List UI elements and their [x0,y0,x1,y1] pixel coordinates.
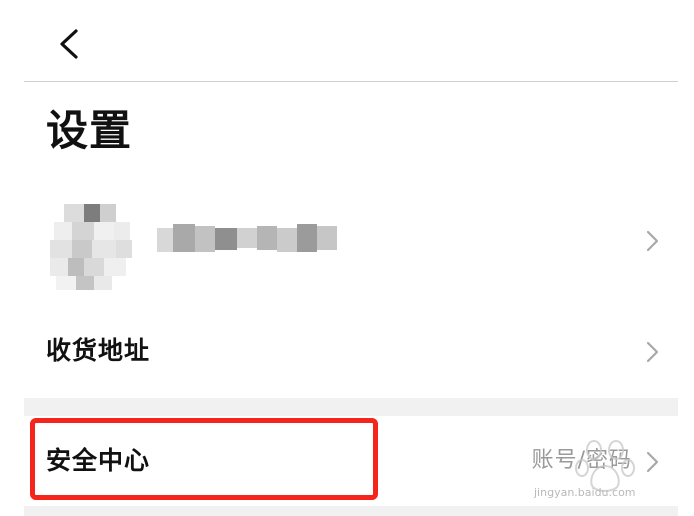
nickname-blurred [157,224,339,256]
back-button[interactable] [50,22,90,66]
address-row[interactable]: 收货地址 [0,312,694,392]
watermark-text: jingyan.baidu.com [534,486,636,499]
chevron-right-icon [642,449,662,475]
chevron-right-icon [642,339,662,365]
profile-row[interactable] [0,178,694,302]
security-center-value: 账号/密码 [531,448,632,473]
section-divider-bottom [24,506,678,516]
top-bar [0,0,694,82]
avatar [36,186,146,296]
address-label: 收货地址 [46,336,151,365]
page-title: 设置 [46,106,133,155]
security-center-label: 安全中心 [46,446,151,475]
chevron-left-icon [60,29,78,59]
section-divider [24,398,678,416]
chevron-right-icon [642,228,662,254]
header-divider [24,81,678,82]
